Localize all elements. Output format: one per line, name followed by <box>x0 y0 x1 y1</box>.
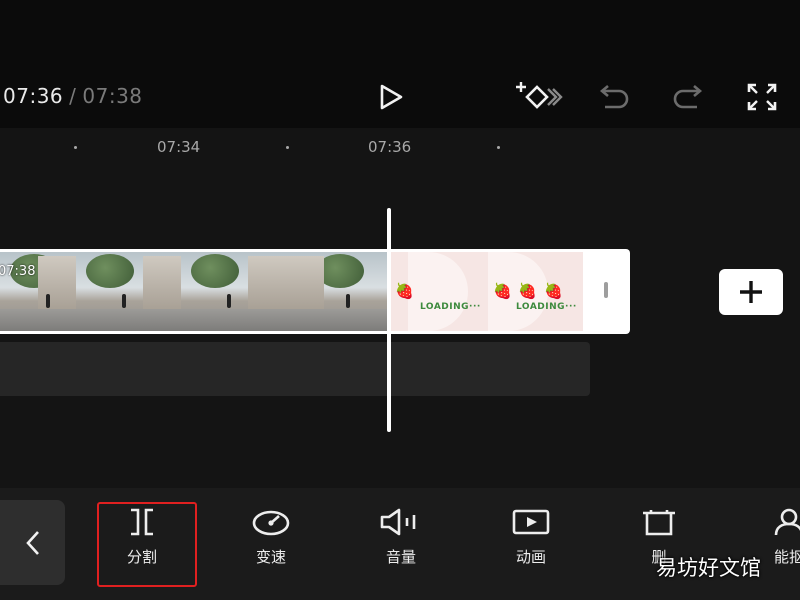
ruler-tick <box>286 146 289 149</box>
clip-trim-handle[interactable] <box>604 282 608 298</box>
tool-volume[interactable]: 音量 <box>356 508 446 578</box>
keyframe-button[interactable] <box>515 78 563 114</box>
tool-animation[interactable]: 动画 <box>486 508 576 578</box>
loading-text: LOADING··· <box>420 302 481 312</box>
tool-label: 变速 <box>255 548 286 566</box>
tool-label: 能抠 <box>773 548 800 566</box>
watermark-text: 易坊好文馆 <box>656 556 761 580</box>
timeline-area[interactable]: 07:34 07:36 🍓 LOADING··· 🍓 🍓 🍓 LOADING··… <box>0 128 800 488</box>
strawberry-icon: 🍓 <box>493 282 512 300</box>
tool-speed[interactable]: 变速 <box>226 508 316 578</box>
strawberry-icon: 🍓 <box>395 282 414 300</box>
tool-split[interactable]: 分割 <box>97 508 187 578</box>
preview-control-bar: 07:36/07:38 <box>0 0 800 128</box>
ruler-label: 07:34 <box>157 138 201 156</box>
thumbnail-frame <box>181 252 286 331</box>
audio-track[interactable] <box>0 342 590 396</box>
add-clip-button[interactable] <box>719 269 783 315</box>
time-display: 07:36/07:38 <box>3 84 143 108</box>
ruler-tick <box>74 146 77 149</box>
tool-label: 音量 <box>385 548 416 566</box>
speed-icon <box>252 510 290 536</box>
thumbnail-frame <box>76 252 181 331</box>
ruler-tick <box>497 146 500 149</box>
undo-button[interactable] <box>596 80 632 114</box>
keyframe-add-icon <box>516 82 563 109</box>
volume-icon <box>380 508 416 536</box>
current-time: 07:36 <box>3 84 64 108</box>
clip-time-label: 07:38 <box>0 264 36 279</box>
strawberry-icon: 🍓 <box>518 282 537 300</box>
edit-toolbar: 分割 变速 音量 动画 删 能抠 <box>0 488 800 600</box>
thumbnail-frame: 🍓 🍓 🍓 LOADING··· <box>488 252 583 331</box>
delete-icon <box>643 510 675 536</box>
play-icon <box>380 84 403 110</box>
total-time: 07:38 <box>82 84 143 108</box>
fullscreen-button[interactable] <box>744 80 780 114</box>
animation-icon <box>512 509 550 535</box>
strawberry-icon: 🍓 <box>544 282 563 300</box>
thumbnail-frame: 🍓 LOADING··· <box>390 252 488 331</box>
video-clip-track[interactable]: 🍓 LOADING··· 🍓 🍓 🍓 LOADING··· 07:38 <box>0 249 630 334</box>
tool-label: 分割 <box>126 548 157 566</box>
playhead[interactable] <box>387 208 391 432</box>
time-separator: / <box>69 84 77 108</box>
loading-text: LOADING··· <box>516 302 577 312</box>
undo-icon <box>599 85 629 109</box>
plus-icon <box>740 281 762 303</box>
redo-button[interactable] <box>670 80 706 114</box>
time-ruler[interactable]: 07:34 07:36 <box>0 128 800 168</box>
redo-icon <box>673 85 703 109</box>
back-button[interactable] <box>0 500 65 585</box>
smart-cutout-icon <box>774 508 800 536</box>
clip-thumbnails: 🍓 LOADING··· 🍓 🍓 🍓 LOADING··· <box>0 252 583 331</box>
tool-label: 动画 <box>515 548 546 566</box>
split-icon <box>131 508 153 536</box>
ruler-label: 07:36 <box>368 138 412 156</box>
fullscreen-icon <box>747 83 777 111</box>
thumbnail-frame <box>286 252 390 331</box>
chevron-left-icon <box>25 530 39 555</box>
play-button[interactable] <box>370 80 410 114</box>
